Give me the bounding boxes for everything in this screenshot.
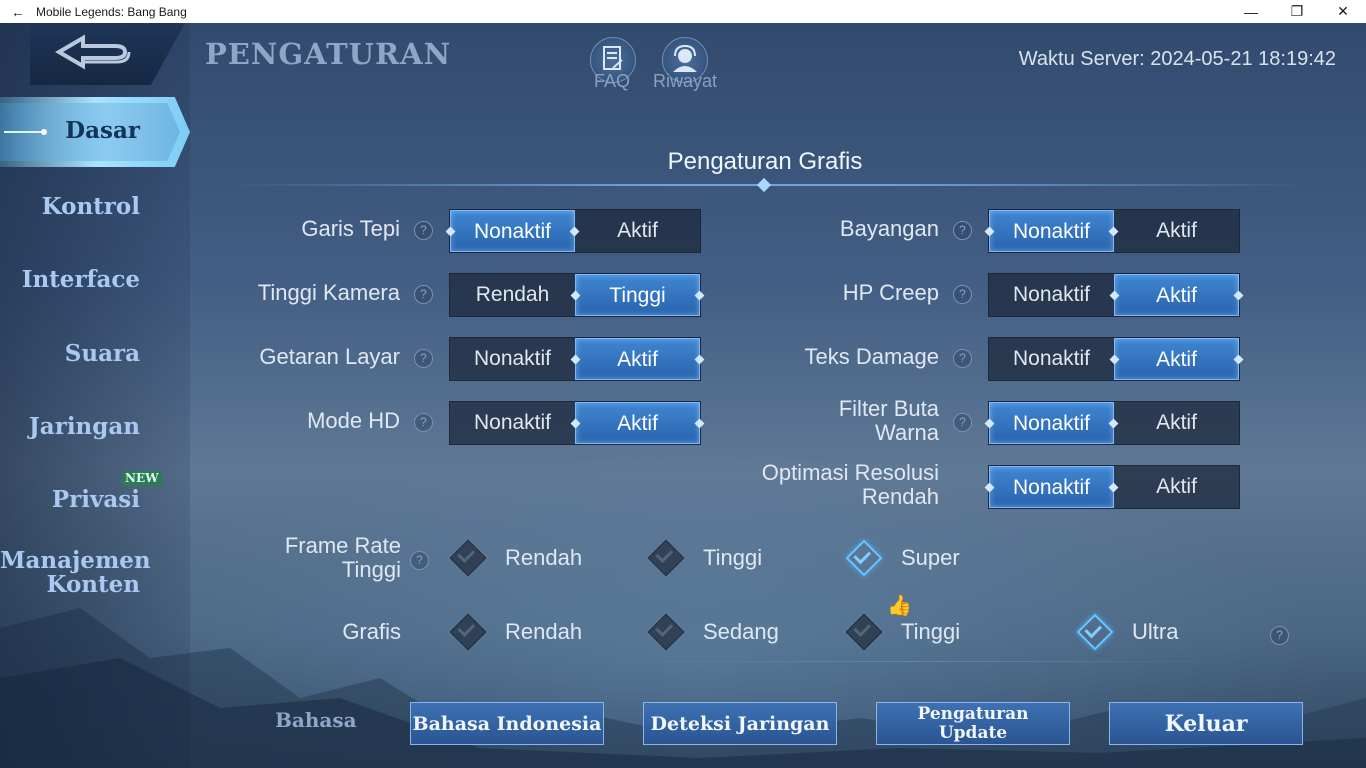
optimasi-resolusi-toggle: Nonaktif Aktif [988, 465, 1240, 509]
update-settings-button[interactable]: Pengaturan Update [876, 702, 1070, 745]
grafis-tinggi-label: Tinggi [901, 619, 961, 644]
getaran-layar-toggle: Nonaktif Aktif [449, 337, 701, 381]
frame-rate-tinggi-option[interactable]: Tinggi [647, 539, 763, 577]
tinggi-kamera-toggle: Rendah Tinggi [449, 273, 701, 317]
filter-buta-warna-on-option[interactable]: Aktif [1114, 402, 1239, 444]
grafis-ultra-label: Ultra [1132, 619, 1179, 644]
help-icon[interactable]: ? [414, 285, 433, 304]
restore-button[interactable]: ❐ [1274, 3, 1320, 20]
filter-buta-warna-label: Filter Buta Warna [838, 396, 939, 445]
close-button[interactable]: ✕ [1320, 3, 1366, 20]
help-icon[interactable]: ? [953, 285, 972, 304]
bottom-divider [590, 661, 1230, 662]
checkbox-icon [449, 613, 487, 651]
language-label: Bahasa [275, 708, 357, 732]
page-title: PENGATURAN [205, 37, 452, 71]
checkbox-icon [647, 613, 685, 651]
checkbox-icon [845, 613, 883, 651]
section-title: Pengaturan Grafis [667, 148, 863, 175]
sidebar-item-interface[interactable]: Interface [0, 266, 140, 293]
bayangan-on-option[interactable]: Aktif [1114, 210, 1239, 252]
section-divider-ornament [756, 177, 772, 193]
filter-buta-warna-toggle: Nonaktif Aktif [988, 401, 1240, 445]
checkbox-checked-icon [1076, 613, 1114, 651]
minimize-button[interactable]: — [1228, 4, 1274, 20]
help-icon[interactable]: ? [410, 551, 429, 570]
sidebar-item-privasi[interactable]: Privasi [0, 486, 140, 513]
return-arrow-icon [54, 34, 130, 70]
tinggi-kamera-on-option[interactable]: Tinggi [575, 274, 700, 316]
garis-tepi-on-option[interactable]: Aktif [575, 210, 700, 252]
new-badge: NEW [122, 471, 162, 486]
teks-damage-on-option[interactable]: Aktif [1114, 338, 1239, 380]
teks-damage-label: Teks Damage [804, 344, 939, 369]
server-time: Waktu Server: 2024-05-21 18:19:42 [1018, 48, 1336, 70]
window-title: Mobile Legends: Bang Bang [36, 4, 187, 19]
mode-hd-off-option[interactable]: Nonaktif [450, 402, 575, 444]
garis-tepi-label: Garis Tepi [301, 216, 400, 241]
help-icon[interactable]: ? [953, 413, 972, 432]
help-icon[interactable]: ? [414, 221, 433, 240]
grafis-sedang-option[interactable]: Sedang [647, 613, 779, 651]
frame-rate-tinggi-label: Tinggi [703, 545, 763, 570]
network-detect-button[interactable]: Deteksi Jaringan [643, 702, 837, 745]
mode-hd-label: Mode HD [307, 408, 400, 433]
getaran-layar-on-option[interactable]: Aktif [575, 338, 700, 380]
sidebar-item-manajemen-konten[interactable]: Manajemen Konten [0, 549, 151, 597]
frame-rate-label: Frame Rate Tinggi [284, 533, 401, 582]
grafis-rendah-option[interactable]: Rendah [449, 613, 583, 651]
bayangan-off-option[interactable]: Nonaktif [989, 210, 1114, 252]
mode-hd-toggle: Nonaktif Aktif [449, 401, 701, 445]
frame-rate-rendah-label: Rendah [505, 545, 583, 570]
optimasi-resolusi-label: Optimasi Resolusi Rendah [761, 460, 939, 509]
help-icon[interactable]: ? [414, 349, 433, 368]
help-icon[interactable]: ? [953, 349, 972, 368]
grafis-ultra-option[interactable]: Ultra [1076, 613, 1179, 651]
window-back-button[interactable]: ← [0, 4, 36, 20]
filter-buta-warna-off-option[interactable]: Nonaktif [989, 402, 1114, 444]
frame-rate-super-option[interactable]: Super [845, 539, 960, 577]
sidebar-item-suara[interactable]: Suara [0, 340, 140, 367]
mode-hd-on-option[interactable]: Aktif [575, 402, 700, 444]
history-label: Riwayat [652, 71, 718, 91]
getaran-layar-label: Getaran Layar [259, 344, 400, 369]
optimasi-resolusi-off-option[interactable]: Nonaktif [989, 466, 1114, 508]
sidebar-item-dasar-label: Dasar [65, 117, 140, 144]
sidebar-active-pointer-icon [4, 129, 47, 135]
language-button[interactable]: Bahasa Indonesia [410, 702, 604, 745]
sidebar-item-jaringan[interactable]: Jaringan [0, 413, 140, 440]
teks-damage-off-option[interactable]: Nonaktif [989, 338, 1114, 380]
hp-creep-off-option[interactable]: Nonaktif [989, 274, 1114, 316]
help-icon[interactable]: ? [414, 413, 433, 432]
optimasi-resolusi-on-option[interactable]: Aktif [1114, 466, 1239, 508]
grafis-sedang-label: Sedang [703, 619, 779, 644]
teks-damage-toggle: Nonaktif Aktif [988, 337, 1240, 381]
help-icon[interactable]: ? [1270, 626, 1289, 645]
grafis-rendah-label: Rendah [505, 619, 583, 644]
settings-screen: Dasar Kontrol Interface Suara Jaringan N… [0, 23, 1366, 768]
hp-creep-on-option[interactable]: Aktif [1114, 274, 1239, 316]
checkbox-icon [647, 539, 685, 577]
garis-tepi-toggle: Nonaktif Aktif [449, 209, 701, 253]
checkbox-icon [449, 539, 487, 577]
exit-button[interactable]: Keluar [1109, 702, 1303, 745]
window-titlebar: ← Mobile Legends: Bang Bang — ❐ ✕ [0, 0, 1366, 23]
getaran-layar-off-option[interactable]: Nonaktif [450, 338, 575, 380]
bayangan-toggle: Nonaktif Aktif [988, 209, 1240, 253]
tinggi-kamera-label: Tinggi Kamera [257, 280, 400, 305]
garis-tepi-off-option[interactable]: Nonaktif [450, 210, 575, 252]
grafis-label: Grafis [342, 619, 401, 644]
tinggi-kamera-off-option[interactable]: Rendah [450, 274, 575, 316]
thumbs-up-icon: 👍 [887, 595, 912, 617]
hp-creep-toggle: Nonaktif Aktif [988, 273, 1240, 317]
grafis-tinggi-option[interactable]: Tinggi [845, 613, 961, 651]
hp-creep-label: HP Creep [842, 280, 939, 305]
faq-label: FAQ [593, 71, 630, 91]
checkbox-checked-icon [845, 539, 883, 577]
bayangan-label: Bayangan [839, 216, 939, 241]
help-icon[interactable]: ? [953, 221, 972, 240]
frame-rate-super-label: Super [901, 545, 960, 570]
sidebar-item-kontrol[interactable]: Kontrol [0, 193, 140, 220]
frame-rate-rendah-option[interactable]: Rendah [449, 539, 583, 577]
